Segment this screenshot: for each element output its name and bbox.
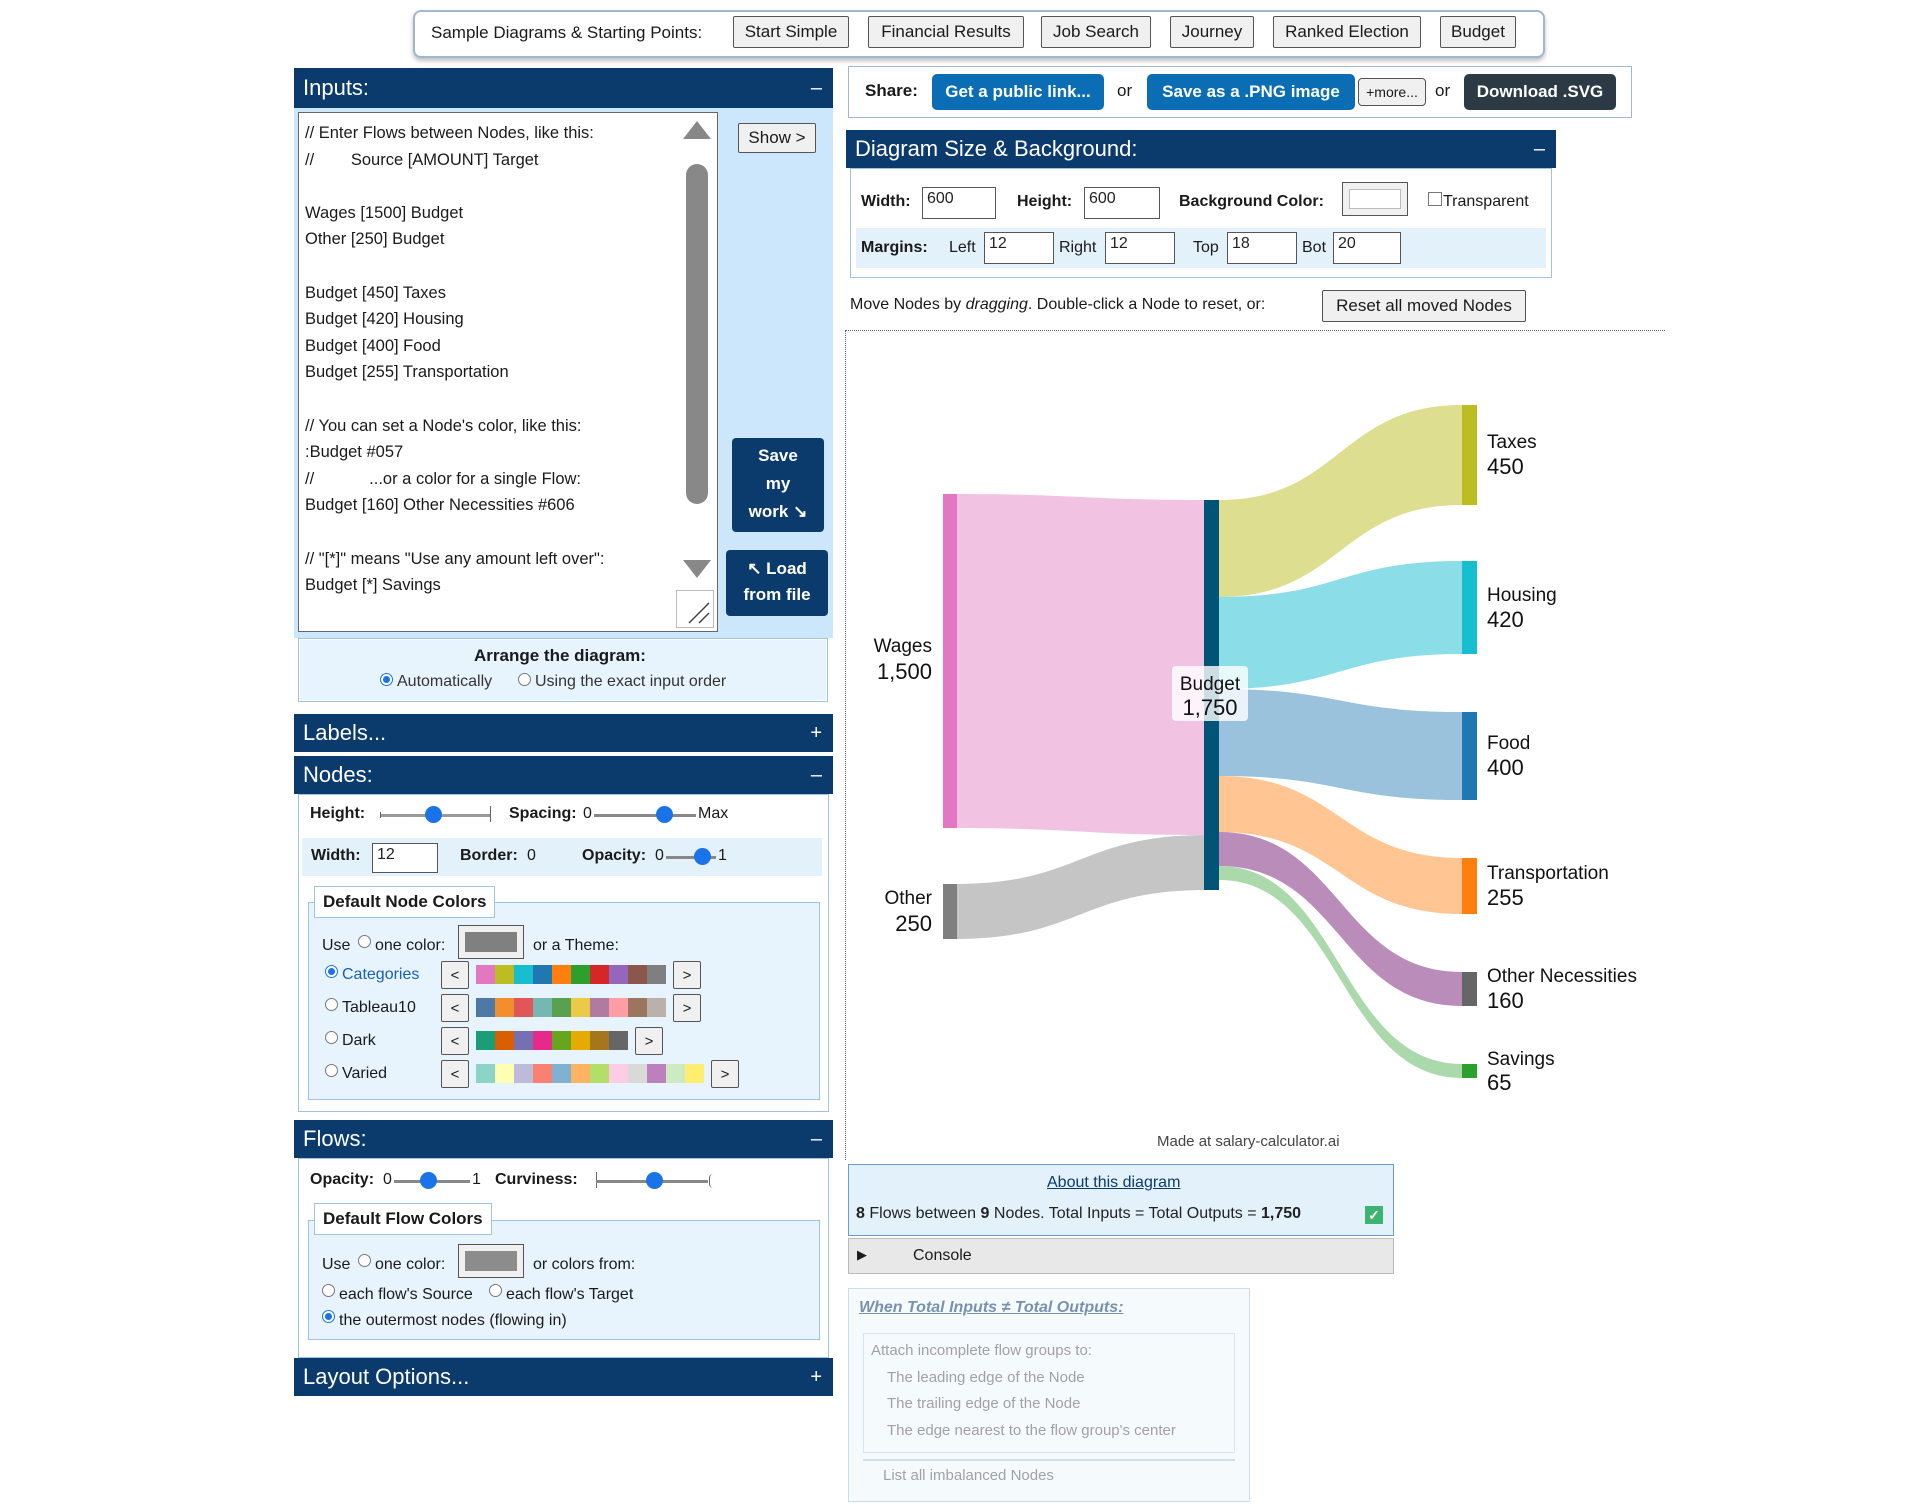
node-label-housing: Housing bbox=[1487, 585, 1557, 606]
flow-wages-budget[interactable] bbox=[955, 494, 1207, 835]
node-label-wages: Wages bbox=[874, 636, 932, 657]
flows-summary: 8 Flows between 9 Nodes. Total Inputs = … bbox=[856, 1205, 1302, 1222]
node-label-budget: Budget bbox=[1180, 674, 1241, 695]
imbalance-option-nearest[interactable]: The edge nearest to the flow group's cen… bbox=[887, 1422, 1176, 1439]
console-toggle[interactable]: ▶ Console bbox=[848, 1238, 1394, 1274]
node-value-housing: 420 bbox=[1487, 607, 1524, 632]
node-value-wages: 1,500 bbox=[877, 659, 932, 684]
imbalance-option-leading[interactable]: The leading edge of the Node bbox=[887, 1369, 1085, 1386]
balanced-check-icon: ✓ bbox=[1365, 1206, 1383, 1224]
node-other-necessities[interactable] bbox=[1462, 972, 1477, 1006]
node-value-food: 400 bbox=[1487, 755, 1524, 780]
node-label-other: Other bbox=[884, 888, 932, 909]
node-transportation[interactable] bbox=[1462, 858, 1477, 914]
flow-other-budget[interactable] bbox=[955, 835, 1207, 939]
node-savings[interactable] bbox=[1462, 1064, 1477, 1078]
node-value-savings: 65 bbox=[1487, 1070, 1511, 1095]
imbalance-options-box: When Total Inputs ≠ Total Outputs: Attac… bbox=[848, 1288, 1250, 1502]
node-label-other-necessities: Other Necessities bbox=[1487, 966, 1637, 987]
diagram-credit: Made at salary-calculator.ai bbox=[1157, 1133, 1340, 1150]
node-label-taxes: Taxes bbox=[1487, 432, 1537, 453]
imbalance-option-trailing[interactable]: The trailing edge of the Node bbox=[887, 1395, 1080, 1412]
node-label-food: Food bbox=[1487, 733, 1530, 754]
node-label-savings: Savings bbox=[1487, 1049, 1555, 1070]
console-label: Console bbox=[913, 1247, 972, 1264]
node-label-transportation: Transportation bbox=[1487, 863, 1609, 884]
node-value-transportation: 255 bbox=[1487, 885, 1524, 910]
node-taxes[interactable] bbox=[1462, 405, 1477, 505]
node-wages[interactable] bbox=[943, 494, 957, 828]
imbalance-divider bbox=[863, 1459, 1235, 1461]
node-value-other-necessities: 160 bbox=[1487, 988, 1524, 1013]
imbalance-list-nodes[interactable]: List all imbalanced Nodes bbox=[883, 1467, 1054, 1484]
node-value-budget: 1,750 bbox=[1182, 695, 1237, 720]
sankey-diagram: Wages 1,500 Other 250 Budget 1,750 Taxes… bbox=[874, 405, 1637, 1150]
about-diagram-link[interactable]: About this diagram bbox=[1047, 1174, 1180, 1192]
node-value-other: 250 bbox=[895, 911, 932, 936]
imbalance-attach-label: Attach incomplete flow groups to: bbox=[871, 1342, 1092, 1359]
console-arrow-icon: ▶ bbox=[857, 1247, 867, 1262]
node-food[interactable] bbox=[1462, 712, 1477, 800]
node-value-taxes: 450 bbox=[1487, 454, 1524, 479]
imbalance-title[interactable]: When Total Inputs ≠ Total Outputs: bbox=[859, 1299, 1123, 1317]
node-other[interactable] bbox=[943, 884, 957, 939]
node-housing[interactable] bbox=[1462, 561, 1477, 654]
